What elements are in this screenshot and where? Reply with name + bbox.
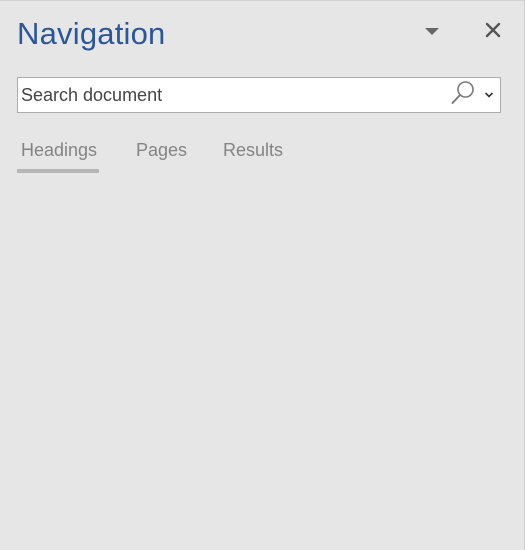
search-document-input[interactable] [18, 78, 438, 112]
pane-title: Navigation [17, 16, 166, 51]
navigation-pane: Navigation Search document Headings Page… [0, 0, 525, 550]
selected-tab-indicator [17, 169, 99, 173]
search-box [17, 77, 501, 113]
close-pane-button[interactable] [478, 17, 508, 47]
chevron-down-icon [484, 86, 494, 104]
navigation-content-area [0, 191, 524, 550]
close-icon [485, 22, 501, 43]
tab-results[interactable]: Results [223, 137, 283, 163]
pane-options-button[interactable] [417, 17, 447, 47]
caret-down-icon [425, 23, 439, 41]
magnifier-icon [450, 80, 476, 111]
search-button[interactable] [448, 80, 478, 111]
tab-pages[interactable]: Pages [136, 137, 187, 163]
search-options-dropdown[interactable] [480, 81, 498, 109]
tab-headings[interactable]: Headings [21, 137, 97, 163]
